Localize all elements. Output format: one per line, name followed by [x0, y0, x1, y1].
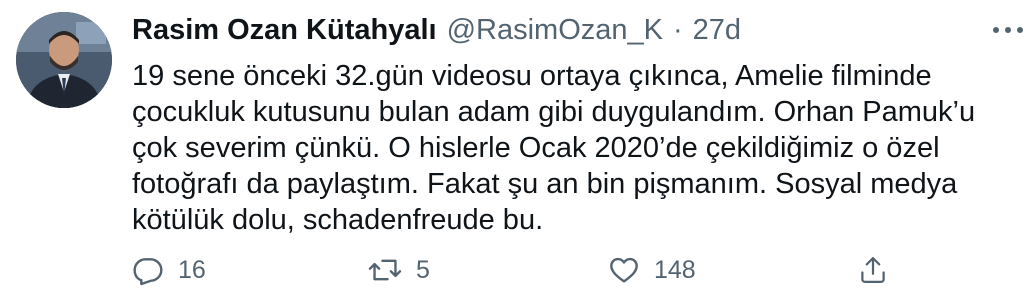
share-icon	[861, 257, 885, 283]
more-options-button[interactable]	[986, 14, 1030, 46]
tweet-timestamp[interactable]: 27d	[693, 14, 741, 47]
like-button[interactable]: 148	[608, 250, 696, 290]
author-handle[interactable]: @RasimOzan_K	[447, 14, 663, 47]
retweet-count: 5	[416, 255, 430, 284]
share-button[interactable]	[858, 250, 888, 290]
heart-icon	[610, 257, 638, 283]
tweet: Rasim Ozan Kütahyalı @RasimOzan_K · 27d …	[0, 0, 1036, 300]
avatar-image	[16, 12, 112, 108]
like-count: 148	[654, 255, 696, 284]
separator-dot: ·	[673, 13, 683, 46]
tweet-header: Rasim Ozan Kütahyalı @RasimOzan_K · 27d	[132, 10, 741, 50]
tweet-text: 19 sene önceki 32.gün videosu ortaya çık…	[132, 60, 976, 236]
more-options-icon	[993, 27, 1023, 33]
author-display-name[interactable]: Rasim Ozan Kütahyalı	[132, 14, 437, 47]
retweet-button[interactable]: 5	[368, 250, 430, 290]
reply-icon	[133, 258, 163, 286]
retweet-icon	[368, 259, 402, 281]
tweet-actions: 16 5 148	[132, 250, 912, 290]
reply-count: 16	[178, 255, 206, 284]
avatar[interactable]	[16, 12, 112, 108]
reply-button[interactable]: 16	[132, 250, 206, 290]
